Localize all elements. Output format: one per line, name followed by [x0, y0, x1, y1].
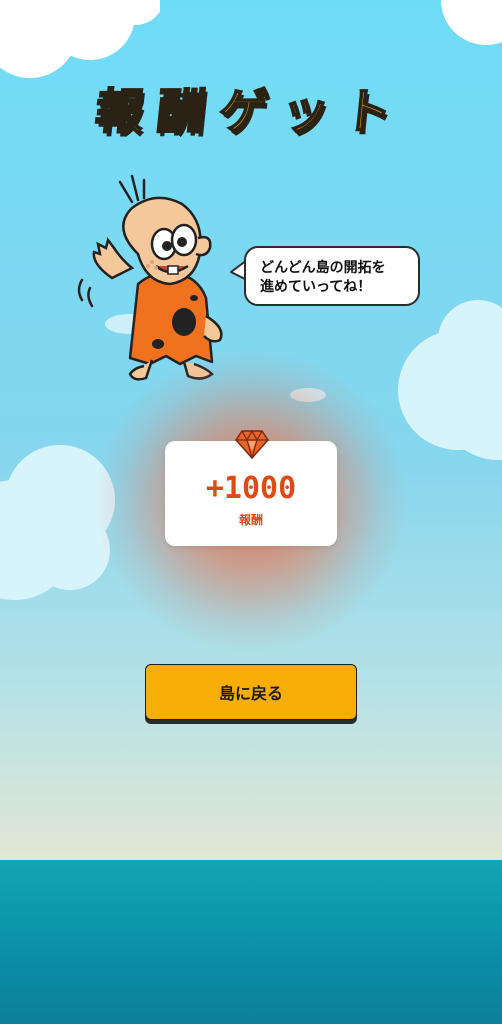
return-to-island-button[interactable]: 島に戻る: [145, 664, 357, 720]
cloud-top-right: [441, 0, 502, 45]
page-title: 報酬ゲット: [92, 83, 410, 141]
sea: [0, 860, 502, 1024]
gem-icon: [235, 429, 269, 459]
cloud-right: [398, 300, 502, 460]
reward-label: 報酬: [238, 513, 263, 527]
speech-bubble: どんどん島の開拓を 進めていってね！: [244, 246, 420, 306]
speech-line-2: 進めていってね！: [260, 279, 372, 295]
game-scene: 報酬ゲット どんどん島の開拓を 進めていってね！ +1000 報酬 島に戻る: [0, 0, 502, 1024]
reward-amount: +1000: [205, 471, 297, 506]
speech-line-1: どんどん島の開拓を: [260, 260, 386, 276]
